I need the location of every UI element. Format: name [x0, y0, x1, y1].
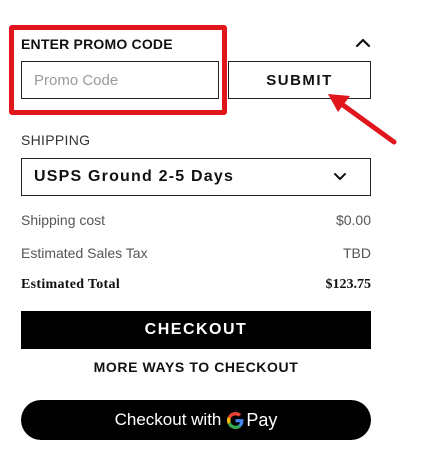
more-ways-to-checkout-link[interactable]: MORE WAYS TO CHECKOUT [21, 359, 371, 375]
gpay-prefix-text: Checkout with [114, 410, 222, 429]
submit-promo-button[interactable]: SUBMIT [228, 61, 371, 99]
sales-tax-value: TBD [343, 245, 371, 261]
shipping-cost-label: Shipping cost [21, 212, 106, 228]
shipping-method-select[interactable]: USPS Ground 2-5 Days [21, 158, 371, 196]
promo-code-input[interactable] [21, 61, 219, 99]
shipping-label: SHIPPING [21, 132, 91, 148]
google-g-icon [227, 411, 244, 429]
chevron-up-icon[interactable] [353, 33, 373, 53]
promo-section-title: ENTER PROMO CODE [21, 36, 173, 52]
chevron-down-icon [334, 173, 346, 180]
sales-tax-label: Estimated Sales Tax [21, 245, 148, 261]
checkout-button[interactable]: CHECKOUT [21, 311, 371, 349]
estimated-total-value: $123.75 [325, 277, 372, 292]
estimated-total-label: Estimated Total [21, 277, 121, 292]
google-pay-checkout-button[interactable]: Checkout with Pay [21, 400, 371, 440]
shipping-cost-value: $0.00 [335, 212, 371, 228]
shipping-selected-option: USPS Ground 2-5 Days [34, 168, 235, 185]
gpay-pay-text: Pay [246, 409, 278, 430]
